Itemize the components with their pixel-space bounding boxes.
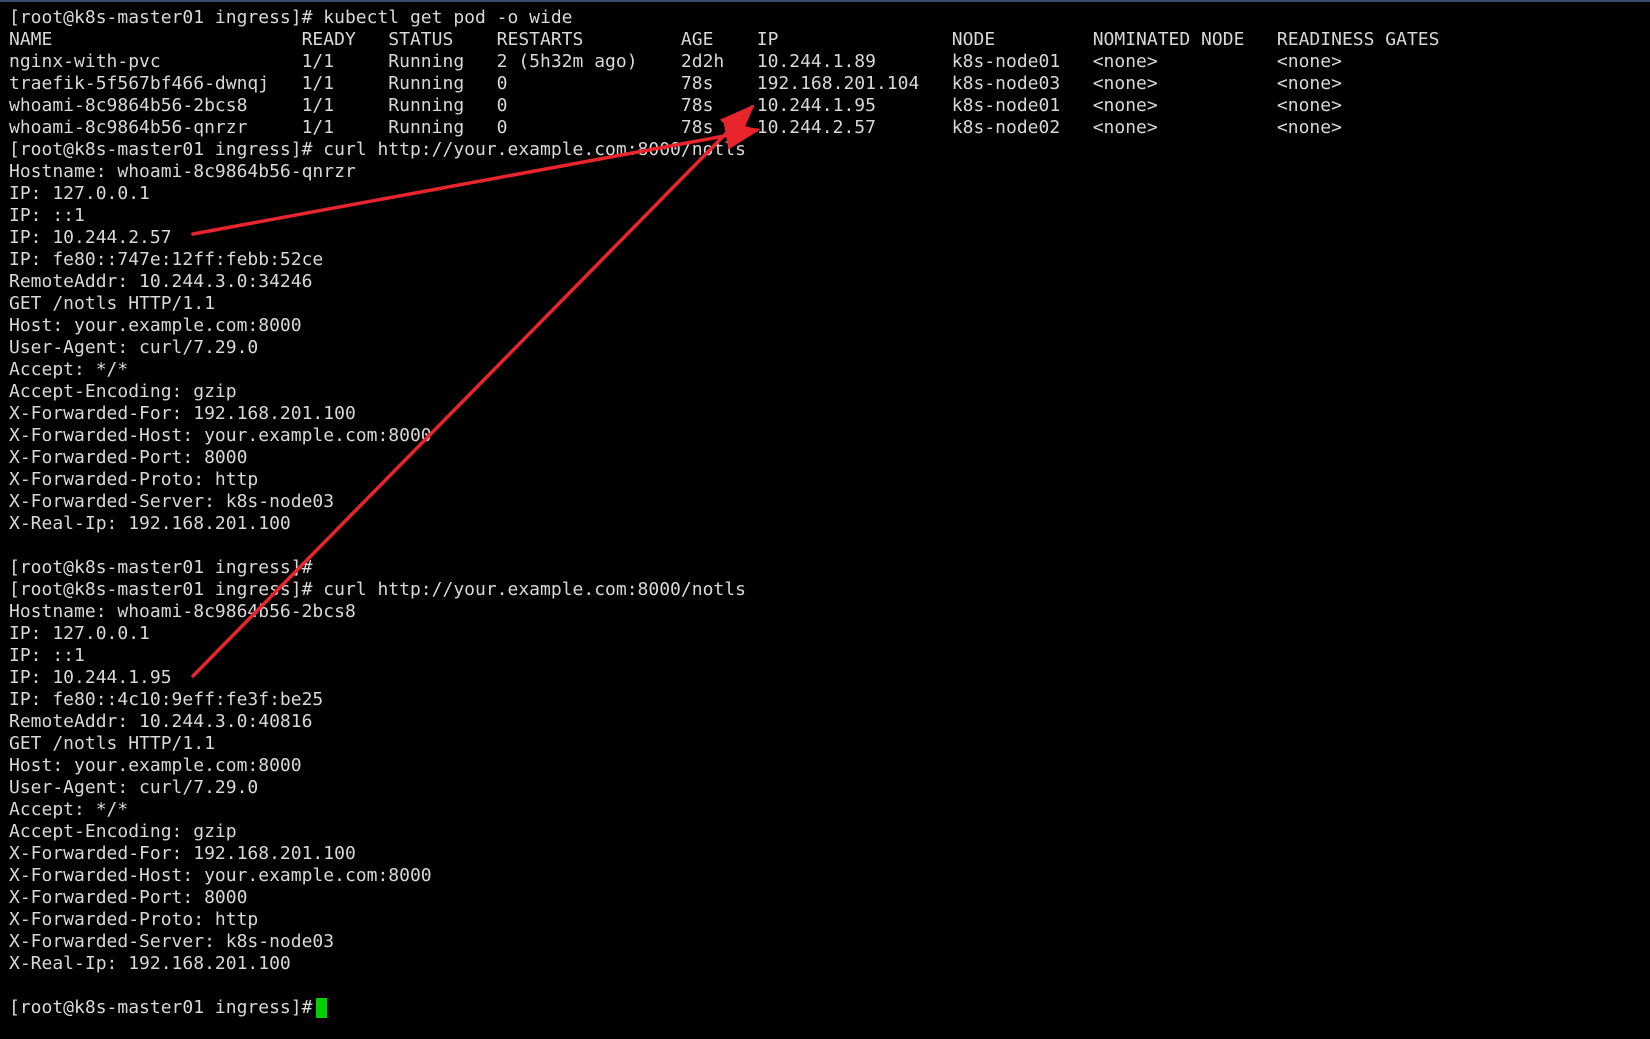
terminal-line: [root@k8s-master01 ingress]# curl http:/… — [9, 579, 1439, 601]
terminal-line-text: X-Forwarded-Host: your.example.com:8000 — [9, 865, 432, 886]
terminal-line: X-Forwarded-Host: your.example.com:8000 — [9, 425, 1439, 447]
terminal-line: Accept: */* — [9, 359, 1439, 381]
terminal-line-text: [root@k8s-master01 ingress]# kubectl get… — [9, 7, 573, 28]
terminal-line: [root@k8s-master01 ingress]# — [9, 997, 1439, 1019]
terminal-line: traefik-5f567bf466-dwnqj 1/1 Running 0 7… — [9, 73, 1439, 95]
terminal-line-text: [root@k8s-master01 ingress]# curl http:/… — [9, 579, 746, 600]
terminal-cursor — [316, 998, 328, 1018]
terminal-line: X-Forwarded-Proto: http — [9, 909, 1439, 931]
terminal-line-text: traefik-5f567bf466-dwnqj 1/1 Running 0 7… — [9, 73, 1342, 94]
terminal-line: IP: ::1 — [9, 205, 1439, 227]
terminal-line: IP: 10.244.1.95 — [9, 667, 1439, 689]
terminal-line: nginx-with-pvc 1/1 Running 2 (5h32m ago)… — [9, 51, 1439, 73]
terminal-line: X-Forwarded-Proto: http — [9, 469, 1439, 491]
terminal-line: [root@k8s-master01 ingress]# kubectl get… — [9, 7, 1439, 29]
terminal-line-text: IP: fe80::747e:12ff:febb:52ce — [9, 249, 324, 270]
terminal-line: [root@k8s-master01 ingress]# — [9, 557, 1439, 579]
terminal-line-text: whoami-8c9864b56-2bcs8 1/1 Running 0 78s… — [9, 95, 1342, 116]
terminal-line: X-Real-Ip: 192.168.201.100 — [9, 513, 1439, 535]
terminal-line: X-Forwarded-For: 192.168.201.100 — [9, 403, 1439, 425]
terminal-line-text: Hostname: whoami-8c9864b56-qnrzr — [9, 161, 356, 182]
terminal-line-text: GET /notls HTTP/1.1 — [9, 293, 215, 314]
terminal-line: User-Agent: curl/7.29.0 — [9, 337, 1439, 359]
terminal-line-text: IP: ::1 — [9, 205, 85, 226]
terminal-line-text: IP: fe80::4c10:9eff:fe3f:be25 — [9, 689, 324, 710]
terminal-line: Accept-Encoding: gzip — [9, 821, 1439, 843]
terminal-line: GET /notls HTTP/1.1 — [9, 293, 1439, 315]
terminal-line: whoami-8c9864b56-2bcs8 1/1 Running 0 78s… — [9, 95, 1439, 117]
terminal-line: IP: 127.0.0.1 — [9, 623, 1439, 645]
terminal-line: Host: your.example.com:8000 — [9, 315, 1439, 337]
terminal-line-text: User-Agent: curl/7.29.0 — [9, 337, 259, 358]
terminal-line-text: Accept: */* — [9, 799, 129, 820]
terminal-output: [root@k8s-master01 ingress]# kubectl get… — [9, 7, 1439, 1019]
terminal-line: IP: 10.244.2.57 — [9, 227, 1439, 249]
terminal-line-text: X-Real-Ip: 192.168.201.100 — [9, 953, 291, 974]
terminal-line: RemoteAddr: 10.244.3.0:34246 — [9, 271, 1439, 293]
terminal-line-text: Accept: */* — [9, 359, 129, 380]
terminal-line-text: Accept-Encoding: gzip — [9, 381, 237, 402]
terminal-line-text: whoami-8c9864b56-qnrzr 1/1 Running 0 78s… — [9, 117, 1342, 138]
terminal-line: Hostname: whoami-8c9864b56-2bcs8 — [9, 601, 1439, 623]
terminal-line: Accept: */* — [9, 799, 1439, 821]
terminal-line-text: X-Real-Ip: 192.168.201.100 — [9, 513, 291, 534]
terminal-line: Hostname: whoami-8c9864b56-qnrzr — [9, 161, 1439, 183]
terminal-line-text: [root@k8s-master01 ingress]# — [9, 997, 313, 1018]
terminal-line: X-Forwarded-Port: 8000 — [9, 887, 1439, 909]
terminal-line-text: RemoteAddr: 10.244.3.0:34246 — [9, 271, 313, 292]
terminal-line: IP: 127.0.0.1 — [9, 183, 1439, 205]
terminal-line-text: X-Forwarded-For: 192.168.201.100 — [9, 843, 356, 864]
terminal-line: X-Forwarded-Server: k8s-node03 — [9, 491, 1439, 513]
terminal-line-text: IP: 10.244.2.57 — [9, 227, 172, 248]
terminal-line-text: X-Forwarded-Server: k8s-node03 — [9, 931, 335, 952]
terminal-line: X-Forwarded-For: 192.168.201.100 — [9, 843, 1439, 865]
terminal-line-text: IP: 127.0.0.1 — [9, 623, 150, 644]
terminal-line: Host: your.example.com:8000 — [9, 755, 1439, 777]
terminal-line: IP: ::1 — [9, 645, 1439, 667]
terminal-line: [root@k8s-master01 ingress]# curl http:/… — [9, 139, 1439, 161]
terminal-line-text: nginx-with-pvc 1/1 Running 2 (5h32m ago)… — [9, 51, 1342, 72]
terminal-line-text: IP: 10.244.1.95 — [9, 667, 172, 688]
terminal-line-text: X-Forwarded-Proto: http — [9, 469, 259, 490]
terminal-line-text: X-Forwarded-Host: your.example.com:8000 — [9, 425, 432, 446]
terminal-line: User-Agent: curl/7.29.0 — [9, 777, 1439, 799]
terminal-line: Accept-Encoding: gzip — [9, 381, 1439, 403]
terminal-line: X-Real-Ip: 192.168.201.100 — [9, 953, 1439, 975]
terminal-line-text: IP: 127.0.0.1 — [9, 183, 150, 204]
terminal-line: IP: fe80::4c10:9eff:fe3f:be25 — [9, 689, 1439, 711]
terminal-line-text: X-Forwarded-Proto: http — [9, 909, 259, 930]
terminal-window[interactable]: [root@k8s-master01 ingress]# kubectl get… — [0, 0, 1650, 1037]
terminal-line-text: [root@k8s-master01 ingress]# curl http:/… — [9, 139, 746, 160]
terminal-line-text: X-Forwarded-Server: k8s-node03 — [9, 491, 335, 512]
terminal-line-text: GET /notls HTTP/1.1 — [9, 733, 215, 754]
terminal-line: IP: fe80::747e:12ff:febb:52ce — [9, 249, 1439, 271]
terminal-line-text: RemoteAddr: 10.244.3.0:40816 — [9, 711, 313, 732]
terminal-line-text: IP: ::1 — [9, 645, 85, 666]
terminal-line-text: Hostname: whoami-8c9864b56-2bcs8 — [9, 601, 356, 622]
terminal-line: X-Forwarded-Server: k8s-node03 — [9, 931, 1439, 953]
terminal-line-text: User-Agent: curl/7.29.0 — [9, 777, 259, 798]
terminal-line-text: [root@k8s-master01 ingress]# — [9, 557, 313, 578]
terminal-line-text: Host: your.example.com:8000 — [9, 755, 302, 776]
terminal-line-text: X-Forwarded-For: 192.168.201.100 — [9, 403, 356, 424]
terminal-line-text: X-Forwarded-Port: 8000 — [9, 887, 248, 908]
terminal-line: NAME READY STATUS RESTARTS AGE IP NODE N… — [9, 29, 1439, 51]
terminal-line-text: Accept-Encoding: gzip — [9, 821, 237, 842]
terminal-line-text: Host: your.example.com:8000 — [9, 315, 302, 336]
terminal-line: X-Forwarded-Host: your.example.com:8000 — [9, 865, 1439, 887]
terminal-line: RemoteAddr: 10.244.3.0:40816 — [9, 711, 1439, 733]
terminal-line: whoami-8c9864b56-qnrzr 1/1 Running 0 78s… — [9, 117, 1439, 139]
terminal-line-text: NAME READY STATUS RESTARTS AGE IP NODE N… — [9, 29, 1440, 50]
terminal-line: GET /notls HTTP/1.1 — [9, 733, 1439, 755]
terminal-line: X-Forwarded-Port: 8000 — [9, 447, 1439, 469]
terminal-line-text: X-Forwarded-Port: 8000 — [9, 447, 248, 468]
